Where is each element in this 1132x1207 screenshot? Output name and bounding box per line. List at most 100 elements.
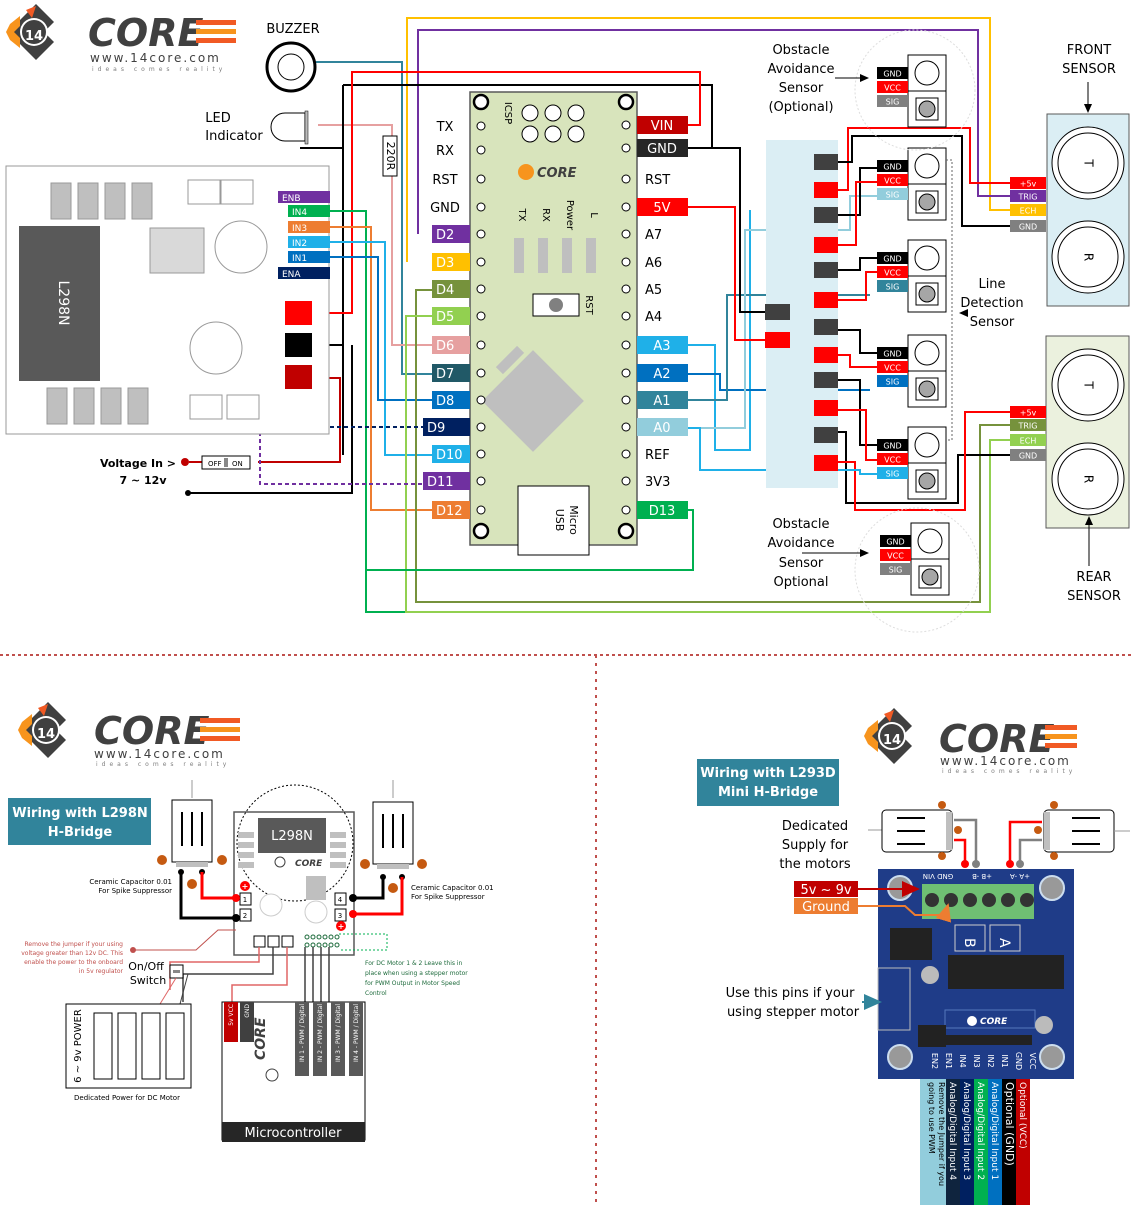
svg-text:CORE: CORE xyxy=(295,859,323,869)
nano-pin-label: D2 xyxy=(436,228,454,243)
jumper-note: Remove the jumper if your using voltage … xyxy=(21,941,123,975)
battery-pack: 6 ~ 9v POWER Dedicated Power for DC Moto… xyxy=(65,1003,192,1102)
sensor-pin-label: SIG xyxy=(886,470,900,479)
driver-pin-label: IN2 xyxy=(292,239,307,249)
driver-pin-label: IN3 xyxy=(292,224,307,234)
sensor-pin-label: VCC xyxy=(884,364,901,373)
l293d-wire-label: Analog/Digital Input 1 xyxy=(989,1082,999,1180)
battery-label: 6 ~ 9v POWER xyxy=(73,1009,84,1083)
svg-text:Switch: Switch xyxy=(130,974,166,987)
nano-pin-hole xyxy=(621,120,631,130)
l298n-board: L298N CORE 1 2 4 3 + + xyxy=(232,784,388,956)
svg-text:3: 3 xyxy=(338,912,342,920)
mcu-pin-label: IN 2 - PWM / Digital xyxy=(317,1004,324,1062)
nano-pin-hole xyxy=(476,311,486,321)
logo-wordmark: CORE xyxy=(88,11,203,55)
svg-text:For Spike Suppressor: For Spike Suppressor xyxy=(98,887,172,895)
svg-text:Obstacle: Obstacle xyxy=(772,43,829,58)
nano-pin-hole xyxy=(621,395,631,405)
svg-text:ideas comes reality: ideas comes reality xyxy=(942,768,1076,775)
nano-pin-label: RST xyxy=(432,173,457,188)
nano-led-label: RX xyxy=(540,208,551,222)
ultrasonic-pin-label: GND xyxy=(1019,223,1037,232)
header-pin-label: IN1 xyxy=(1000,1054,1009,1067)
sensor-pin-label: SIG xyxy=(886,283,900,292)
svg-text:Control: Control xyxy=(365,990,387,997)
nano-pin-hole xyxy=(621,143,631,153)
sensor-pin-label: GND xyxy=(886,538,904,547)
svg-text:R: R xyxy=(1082,253,1096,261)
svg-text:R: R xyxy=(1082,475,1096,483)
line-detection-label: Line Detection Sensor xyxy=(959,277,1024,330)
nano-pin-label: A1 xyxy=(653,394,670,409)
nano-pin-label: REF xyxy=(645,448,670,463)
l293d-wire-label: Analog/Digital Input 3 xyxy=(961,1082,971,1180)
svg-text:www.14core.com: www.14core.com xyxy=(94,747,225,761)
svg-text:Use this pins if your: Use this pins if your xyxy=(726,986,855,1001)
nano-pin-hole xyxy=(476,284,486,294)
svg-text:Detection: Detection xyxy=(960,296,1023,311)
svg-text:Remove the jumper if your usin: Remove the jumper if your using xyxy=(25,941,124,948)
header-pin-label: EN2 xyxy=(930,1053,939,1069)
svg-text:1: 1 xyxy=(243,896,247,904)
svg-text:Sensor: Sensor xyxy=(779,81,824,96)
led-label-1: LED xyxy=(205,111,230,126)
arduino-nano: ICSP CORE TX RX Power L RST Micro USB xyxy=(469,91,638,556)
svg-text:Ground: Ground xyxy=(802,900,850,915)
on-off-switch[interactable]: On/Off Switch xyxy=(128,960,189,1005)
ultrasonic-pin-label: TRIG xyxy=(1017,422,1037,431)
nano-pin-hole xyxy=(621,505,631,515)
mcu-pin-label: GND xyxy=(244,1004,251,1018)
dc-motor-left xyxy=(157,780,236,920)
svg-text:T: T xyxy=(1082,158,1096,167)
svg-text:Supply for: Supply for xyxy=(782,838,849,853)
sensor-pin-label: VCC xyxy=(884,269,901,278)
connector-block xyxy=(814,319,838,335)
nano-pin-hole xyxy=(476,449,486,459)
header-pin-label: EN1 xyxy=(944,1053,953,1069)
svg-text:For DC Motor 1 & 2 Leave this: For DC Motor 1 & 2 Leave this in xyxy=(365,960,463,967)
power-switch[interactable]: OFF ON xyxy=(201,455,251,470)
switch-on-label: ON xyxy=(232,460,243,468)
connector-block xyxy=(814,207,838,223)
nano-pin-label: D3 xyxy=(436,256,454,271)
connector-block xyxy=(814,400,838,416)
arduino-logo: CORE xyxy=(518,164,577,181)
brand-logo-l298n-panel: 14 CORE www.14core.com ideas comes reali… xyxy=(18,702,240,768)
nano-pin-hole xyxy=(476,121,486,131)
nano-pin-label: A7 xyxy=(645,228,662,243)
svg-text:GND VIN: GND VIN xyxy=(923,872,953,880)
driver-pin-label: IN4 xyxy=(292,208,307,218)
mcu-pin-label: IN 4 - PWM / Digital xyxy=(353,1004,360,1062)
line-sensor-4: GND VCC SIG xyxy=(877,426,947,500)
connector-block xyxy=(814,182,838,198)
svg-text:14: 14 xyxy=(37,727,55,742)
svg-text:For Spike Suppressor: For Spike Suppressor xyxy=(411,893,485,901)
header-pin-label: VCC xyxy=(1028,1053,1037,1070)
header-pin-label: IN3 xyxy=(972,1054,981,1067)
svg-text:H-Bridge: H-Bridge xyxy=(48,825,113,840)
header-pin-label: IN2 xyxy=(986,1054,995,1067)
mcu-pin-label: IN 1 - PWM / Digital xyxy=(299,1004,306,1062)
nano-pin-hole xyxy=(621,476,631,486)
stepper-note: Use this pins if your using stepper moto… xyxy=(726,986,882,1020)
l293d-wire-label: Analog/Digital Input 2 xyxy=(975,1082,985,1180)
connector-block xyxy=(814,154,838,170)
svg-text:using stepper motor: using stepper motor xyxy=(727,1005,860,1020)
brand-logo-top: 14 CORE www.14core.com ideas comes reali… xyxy=(6,4,236,73)
usb-label-1: Micro xyxy=(567,505,580,535)
nano-pin-hole xyxy=(476,368,486,378)
icsp-label: ICSP xyxy=(502,102,513,124)
svg-text:for PWM Output in Motor Speed: for PWM Output in Motor Speed xyxy=(365,980,460,987)
svg-text:Dedicated: Dedicated xyxy=(782,819,848,834)
l298n-panel-title: Wiring with L298N H-Bridge xyxy=(8,798,151,845)
svg-text:A: A xyxy=(996,938,1012,948)
svg-text:SENSOR: SENSOR xyxy=(1067,589,1121,604)
nano-pin-label: A5 xyxy=(645,283,662,298)
nano-pin-hole xyxy=(476,202,486,212)
l293d-wire-label: going to use PWM xyxy=(927,1082,936,1154)
rst-button-label: RST xyxy=(583,295,594,315)
nano-pin-label: RX xyxy=(436,144,454,159)
svg-text:FRONT: FRONT xyxy=(1067,43,1111,58)
l298n-chip-label: L298N xyxy=(55,281,71,326)
